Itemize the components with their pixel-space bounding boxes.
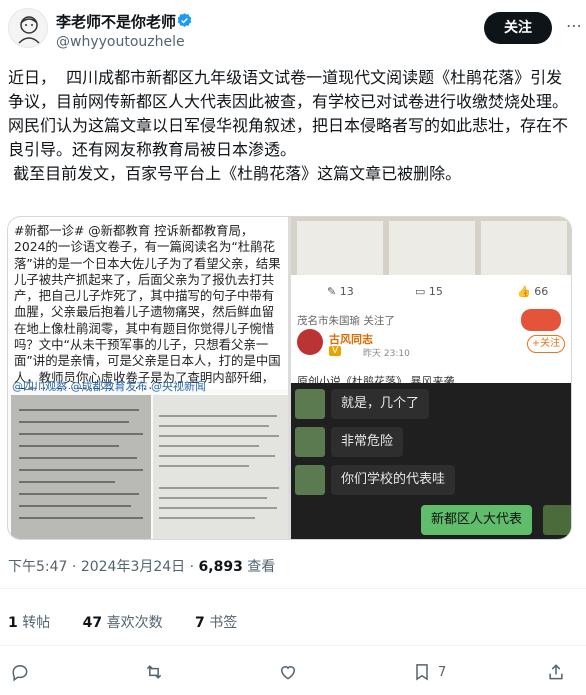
tweet-meta: 下午5:47 · 2024年3月24日 · 6,893 查看 bbox=[8, 559, 276, 575]
avatar bbox=[295, 389, 325, 419]
weibo-repost-card: 茂名市朱国瑜 关注了 古风同志 V 昨天 23:10 +关注 原创小说《杜鹃花落… bbox=[291, 309, 571, 388]
tweet-paragraph: 近日， 四川成都市新都区九年级语文试卷一道现代文阅读题《杜鹃花落》引发争议，目前… bbox=[8, 68, 569, 111]
post-time: 昨天 23:10 bbox=[363, 349, 410, 359]
weibo-post-text: #新都一诊# @新都教育 控诉新都教育局，2024的一诊语文卷子，有一篇阅读名为… bbox=[8, 217, 288, 389]
tweet-paragraph: 截至目前发文，百家号平台上《杜鹃花落》这篇文章已被删除。 bbox=[8, 164, 462, 183]
chat-screenshot: 就是，几个了 非常危险 你们学校的代表哇 新都区人大代表 bbox=[291, 383, 571, 539]
tweet-text: 近日， 四川成都市新都区九年级语文试卷一道现代文阅读题《杜鹃花落》引发争议，目前… bbox=[8, 66, 576, 186]
reply-icon bbox=[12, 664, 28, 682]
mascot-sticker-icon bbox=[521, 309, 561, 331]
tweet-header: 李老师不是你老师 @whyyoutouzhele 关注 ⋯ bbox=[8, 8, 582, 56]
heart-icon bbox=[280, 666, 296, 680]
avatar-drawing-icon bbox=[18, 16, 40, 44]
share-icon bbox=[549, 664, 563, 680]
action-bar: 7 bbox=[0, 660, 586, 684]
tweet-date[interactable]: 2024年3月24日 bbox=[81, 559, 185, 575]
views-count: 6,893 bbox=[198, 559, 243, 575]
repost-icon bbox=[146, 665, 162, 679]
bookmarks-stat[interactable]: 7 书签 bbox=[195, 615, 251, 631]
exam-paper-photo bbox=[291, 217, 571, 275]
tweet-time[interactable]: 下午5:47 bbox=[8, 559, 67, 575]
chat-bubble: 你们学校的代表哇 bbox=[331, 465, 456, 495]
media-right-screenshots[interactable]: ✎ 13 ▭ 15 👍 66 茂名市朱国瑜 关注了 古风同志 V 昨天 23:1… bbox=[291, 217, 571, 539]
post-location: 茂名市朱国瑜 关注了 bbox=[297, 315, 395, 327]
like-button[interactable] bbox=[278, 660, 298, 684]
reply-button[interactable] bbox=[10, 660, 30, 684]
weibo-stats-bar: ✎ 13 ▭ 15 👍 66 bbox=[291, 279, 571, 305]
likes-stat[interactable]: 47 喜欢次数 bbox=[83, 615, 177, 631]
avatar bbox=[543, 505, 571, 535]
avatar bbox=[297, 329, 323, 355]
repost-button[interactable] bbox=[144, 660, 164, 684]
exam-paper-photo bbox=[153, 395, 288, 539]
views-label: 查看 bbox=[247, 559, 276, 575]
more-options-icon[interactable]: ⋯ bbox=[564, 16, 584, 36]
post-follow-button: +关注 bbox=[527, 335, 565, 353]
author-name[interactable]: 李老师不是你老师 bbox=[56, 11, 176, 32]
avatar bbox=[295, 465, 325, 495]
bookmark-button[interactable]: 7 bbox=[412, 660, 446, 684]
share-button[interactable] bbox=[546, 660, 566, 684]
weibo-post-tags: @四川观察 @成都教育发布 @央视新闻 bbox=[12, 380, 206, 393]
avatar bbox=[295, 427, 325, 457]
comment-count: ✎ 13 bbox=[327, 285, 354, 298]
tweet-paragraph: 网民们认为这篇文章以日军侵华视角叙述，把日本侵略者写的如此悲壮，存在不良引导。还… bbox=[8, 116, 569, 159]
follow-button[interactable]: 关注 bbox=[484, 12, 552, 44]
verified-badge-icon bbox=[177, 13, 192, 27]
bookmark-icon bbox=[416, 664, 428, 681]
author-avatar[interactable] bbox=[8, 8, 48, 48]
media-left-screenshot[interactable]: #新都一诊# @新都教育 控诉新都教育局，2024的一诊语文卷子，有一篇阅读名为… bbox=[8, 217, 288, 539]
tweet-media[interactable]: #新都一诊# @新都教育 控诉新都教育局，2024的一诊语文卷子，有一篇阅读名为… bbox=[7, 216, 572, 540]
divider bbox=[0, 645, 586, 646]
reposts-stat[interactable]: 1 转帖 bbox=[8, 615, 64, 631]
repost-count: ▭ 15 bbox=[415, 285, 443, 298]
post-badge: V bbox=[329, 346, 342, 356]
chat-bubble: 新都区人大代表 bbox=[421, 505, 533, 535]
exam-paper-photo bbox=[11, 395, 151, 539]
chat-bubble: 非常危险 bbox=[331, 427, 404, 457]
engagement-stats: 1 转帖 47 喜欢次数 7 书签 bbox=[8, 612, 265, 632]
divider bbox=[0, 588, 586, 589]
bookmark-count: 7 bbox=[438, 664, 447, 680]
author-handle[interactable]: @whyyoutouzhele bbox=[56, 34, 185, 50]
post-author: 古风同志 bbox=[329, 333, 373, 346]
chat-bubble: 就是，几个了 bbox=[331, 389, 430, 419]
like-count: 👍 66 bbox=[517, 285, 549, 298]
